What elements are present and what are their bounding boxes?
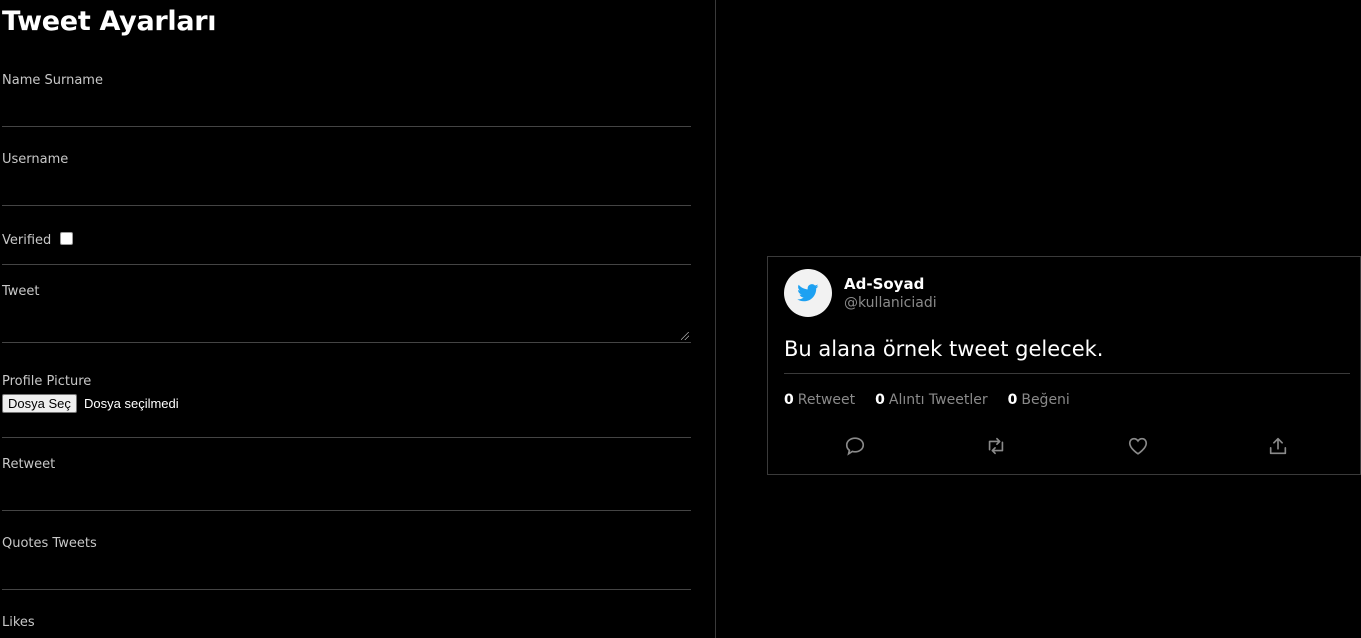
twitter-bird-icon — [797, 284, 819, 302]
page: Tweet Ayarları Name Surname Username Ver… — [0, 0, 1361, 638]
tweet-handle: @kullaniciadi — [844, 295, 937, 311]
quote-count: 0 — [875, 392, 885, 408]
settings-panel: Tweet Ayarları Name Surname Username Ver… — [0, 0, 716, 638]
tweet-label: Tweet — [2, 284, 40, 299]
tweet-field: Tweet — [2, 284, 691, 343]
file-picker: Dosya Seç Dosya seçilmedi — [2, 394, 691, 413]
like-count: 0 — [1007, 392, 1018, 408]
tweet-card: Ad-Soyad @kullaniciadi Bu alana örnek tw… — [767, 256, 1361, 475]
likes-field: Likes — [2, 615, 691, 630]
tweet-actions — [768, 435, 1361, 459]
tweet-textarea-wrap — [2, 307, 691, 343]
retweet-input[interactable] — [2, 484, 691, 511]
profile-picture-label: Profile Picture — [2, 374, 92, 389]
likes-label: Likes — [2, 615, 35, 630]
verified-checkbox[interactable] — [60, 232, 74, 245]
retweet-label: Retweet — [2, 457, 56, 472]
tweet-stats: 0 Retweet 0 Alıntı Tweetler 0 Beğeni — [784, 392, 1070, 408]
retweet-stat[interactable]: 0 Retweet — [784, 392, 855, 408]
divider — [2, 264, 691, 265]
quotes-label: Quotes Tweets — [2, 536, 97, 551]
like-stat-label: Beğeni — [1021, 392, 1070, 408]
name-surname-field: Name Surname — [2, 73, 691, 127]
verified-label: Verified — [2, 233, 52, 248]
retweet-icon[interactable] — [985, 435, 1007, 457]
avatar — [784, 269, 832, 317]
page-title: Tweet Ayarları — [2, 6, 217, 37]
tweet-text: Bu alana örnek tweet gelecek. — [784, 337, 1104, 361]
like-stat[interactable]: 0 Beğeni — [1008, 392, 1070, 408]
quote-stat-label: Alıntı Tweetler — [888, 392, 988, 408]
profile-picture-field: Profile Picture Dosya Seç Dosya seçilmed… — [2, 374, 691, 413]
verified-field: Verified — [2, 230, 691, 249]
divider — [2, 437, 691, 438]
username-label: Username — [2, 152, 69, 167]
share-icon[interactable] — [1267, 435, 1289, 457]
username-input[interactable] — [2, 179, 691, 206]
resize-grip-icon[interactable] — [681, 332, 689, 340]
file-status: Dosya seçilmedi — [84, 396, 179, 411]
retweet-count: 0 — [784, 392, 794, 408]
reply-icon[interactable] — [844, 435, 866, 457]
username-field: Username — [2, 152, 691, 206]
tweet-display-name: Ad-Soyad — [844, 275, 925, 293]
choose-file-button[interactable]: Dosya Seç — [2, 394, 77, 413]
like-heart-icon[interactable] — [1127, 435, 1149, 457]
card-divider — [784, 373, 1350, 374]
tweet-textarea[interactable] — [2, 307, 691, 343]
retweet-stat-label: Retweet — [797, 392, 856, 408]
quote-stat[interactable]: 0 Alıntı Tweetler — [875, 392, 987, 408]
name-surname-label: Name Surname — [2, 73, 103, 88]
name-surname-input[interactable] — [2, 100, 691, 127]
quotes-input[interactable] — [2, 563, 691, 590]
retweet-field: Retweet — [2, 457, 691, 511]
quotes-field: Quotes Tweets — [2, 536, 691, 590]
